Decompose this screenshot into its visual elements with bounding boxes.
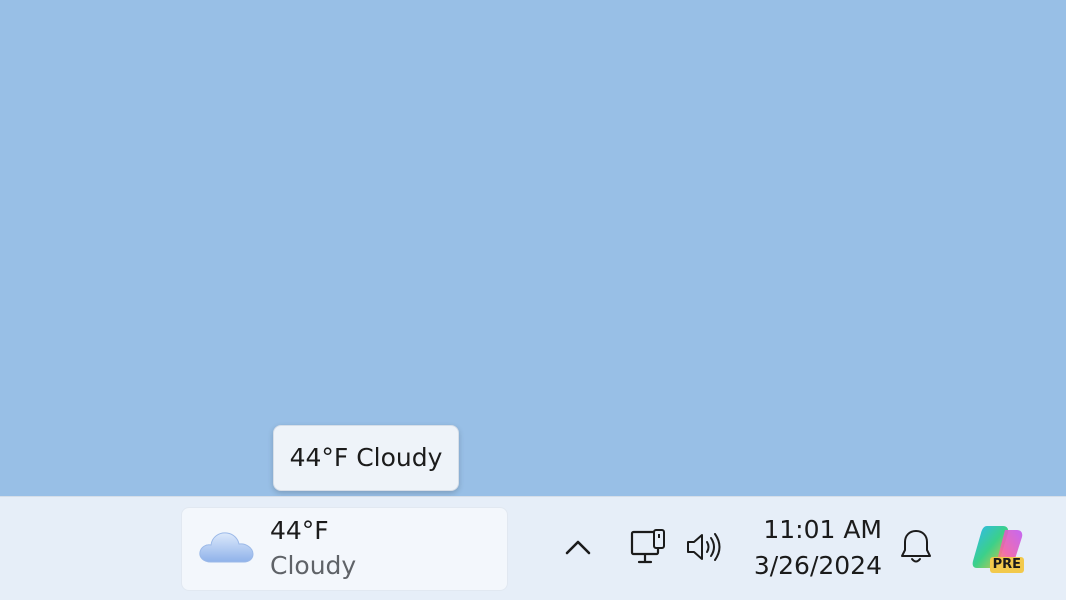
notifications-button[interactable] [894,527,938,571]
network-icon [629,527,669,571]
clock-time: 11:01 AM [763,515,882,544]
weather-widget[interactable]: 44°F Cloudy [181,507,508,591]
weather-temperature: 44°F [270,516,329,545]
show-hidden-icons-button[interactable] [556,527,600,571]
taskbar: 44°F Cloudy 11:01 AM 3/26/2024 PRE [0,496,1066,600]
clock-date: 3/26/2024 [753,551,882,580]
bell-icon [899,528,933,570]
weather-tooltip: 44°F Cloudy [273,425,459,491]
tooltip-text: 44°F Cloudy [289,443,443,472]
clock[interactable]: 11:01 AM 3/26/2024 [748,511,886,587]
cloud-icon [198,524,256,568]
copilot-button[interactable]: PRE [966,519,1028,579]
chevron-up-icon [564,538,592,560]
volume-button[interactable] [682,527,726,571]
network-button[interactable] [626,525,672,573]
preview-badge: PRE [989,557,1024,573]
desktop-background [0,0,1066,496]
volume-icon [684,530,724,568]
weather-condition: Cloudy [270,551,357,580]
